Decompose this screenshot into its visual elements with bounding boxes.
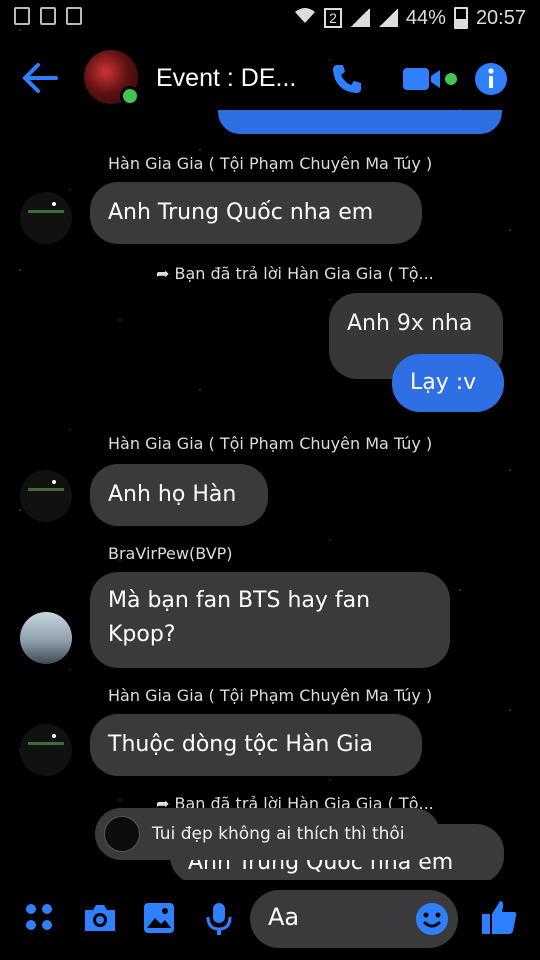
message-text-line: Kpop? [108,622,176,647]
back-arrow-icon[interactable] [22,62,58,98]
battery-percent: 44% [405,6,446,29]
battery-icon [453,7,468,29]
composer-bar: Aa [0,880,540,960]
message-text: Anh họ Hàn [108,482,237,507]
status-bar: 2 44% 20:57 [0,0,540,36]
avatar[interactable] [20,612,72,664]
like-icon[interactable] [480,898,518,940]
received-message-bubble[interactable]: Anh họ Hàn [90,464,268,526]
online-indicator [120,86,140,106]
wifi-icon [294,6,316,30]
sim-indicator: 2 [324,8,342,28]
received-message-bubble[interactable]: Mà bạn fan BTS hay fan Kpop? [90,572,450,668]
clock: 20:57 [475,6,526,29]
video-icon[interactable] [402,62,460,100]
message-preview-toast[interactable]: Tui đẹp không ai thích thì thôi [95,808,440,860]
message-list[interactable]: Hàn Gia Gia ( Tội Phạm Chuyên Ma Túy ) A… [0,110,540,880]
message-text: Lạy :v [410,370,477,395]
conversation-title[interactable]: Event : DE... [156,64,296,93]
message-text-line: Mà bạn fan BTS hay fan [108,588,371,613]
phone-icon[interactable] [330,62,364,100]
camera-icon[interactable] [82,902,118,938]
received-message-bubble[interactable]: Thuộc dòng tộc Hàn Gia [90,714,422,776]
signal-icon [349,9,370,27]
sender-name: Hàn Gia Gia ( Tội Phạm Chuyên Ma Túy ) [108,154,433,173]
sender-name: Hàn Gia Gia ( Tội Phạm Chuyên Ma Túy ) [108,686,433,705]
document-notification-icon [40,7,56,25]
microphone-icon[interactable] [206,902,232,940]
emoji-icon[interactable] [415,902,449,940]
message-input[interactable]: Aa [250,890,458,948]
received-message-bubble[interactable]: Anh Trung Quốc nha em [90,182,422,244]
avatar[interactable] [20,192,72,244]
reply-note-text: Bạn đã trả lời Hàn Gia Gia ( Tộ... [174,264,434,283]
avatar[interactable] [20,724,72,776]
message-text: Thuộc dòng tộc Hàn Gia [108,732,373,757]
sent-message-bubble-partial[interactable] [218,110,502,134]
recycle-notification-icon [66,7,82,25]
group-avatar[interactable] [84,50,140,106]
avatar[interactable] [20,470,72,522]
image-icon[interactable] [143,902,175,938]
reply-arrow-icon: ➦ [156,264,170,283]
toast-avatar [104,816,140,852]
toast-text: Tui đẹp không ai thích thì thôi [152,824,405,844]
grid-dots-icon[interactable] [24,902,54,936]
message-text: Anh Trung Quốc nha em [108,200,374,225]
message-input-placeholder: Aa [268,903,300,931]
reply-note: ➦ Bạn đã trả lời Hàn Gia Gia ( Tộ... [156,264,434,283]
sender-name: Hàn Gia Gia ( Tội Phạm Chuyên Ma Túy ) [108,434,433,453]
conversation-header: Event : DE... [0,40,540,118]
info-icon[interactable] [474,62,508,100]
message-text: Anh 9x nha [347,311,473,336]
signal-icon-2 [377,9,398,27]
sent-message-bubble[interactable]: Lạy :v [392,354,504,412]
message-notification-icon [14,7,30,25]
sender-name: BraVirPew(BVP) [108,544,233,563]
